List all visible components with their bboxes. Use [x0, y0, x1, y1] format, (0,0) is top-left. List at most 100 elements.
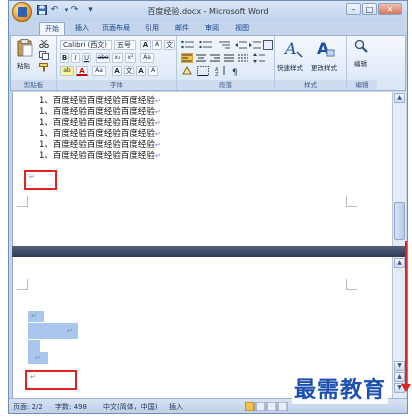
- underline-button[interactable]: U: [82, 53, 91, 63]
- view-buttons[interactable]: [244, 401, 295, 413]
- text-effect-button[interactable]: Aa: [92, 66, 106, 76]
- close-button[interactable]: ✕: [378, 3, 402, 15]
- borders-icon[interactable]: [197, 66, 209, 78]
- window-frame: ↶ ▾ ↷ ▾ 百度经验.docx - Microsoft Word – □ ✕…: [8, 0, 411, 414]
- editing-group: 编辑 编辑: [347, 36, 377, 90]
- paste-label[interactable]: 粘贴: [17, 60, 30, 70]
- sort-icon[interactable]: AZ: [215, 66, 227, 78]
- distributed-icon[interactable]: [237, 53, 249, 65]
- show-marks-icon[interactable]: ¶: [231, 66, 241, 78]
- numbering-icon[interactable]: [199, 40, 213, 52]
- selected-empty-line[interactable]: [28, 340, 40, 352]
- change-styles-label[interactable]: 更改样式: [311, 62, 337, 72]
- tab-review[interactable]: 审阅: [201, 22, 223, 35]
- clipboard-group-label: 剪贴板: [11, 80, 56, 90]
- tab-mailings[interactable]: 邮件: [171, 22, 193, 35]
- margin-corner-mark: [346, 279, 357, 290]
- window-split-bar[interactable]: [12, 246, 406, 257]
- doc-line[interactable]: 1、百度经验百度经验百度经验↵: [39, 118, 161, 128]
- tab-insert[interactable]: 插入: [71, 22, 93, 35]
- previous-page-icon[interactable]: ▲: [394, 372, 405, 382]
- doc-line-text: 1、百度经验百度经验百度经验: [39, 151, 155, 161]
- annotation-arrow: [405, 241, 407, 387]
- quick-styles-icon[interactable]: A: [283, 38, 303, 60]
- doc-line-text: 1、百度经验百度经验百度经验: [39, 129, 155, 139]
- paragraph-mark: ↵: [154, 108, 161, 116]
- format-painter-icon[interactable]: [39, 63, 49, 74]
- doc-line-text: 1、百度经验百度经验百度经验: [39, 140, 155, 150]
- doc-line[interactable]: 1、百度经验百度经验百度经验↵: [39, 151, 161, 161]
- justify-icon[interactable]: [223, 53, 235, 65]
- styles-group-label: 样式: [275, 80, 346, 90]
- restore-button[interactable]: □: [362, 3, 377, 15]
- paragraph-group: AZ ¶ 段落: [177, 36, 275, 90]
- multilevel-list-icon[interactable]: [217, 40, 231, 52]
- tab-references[interactable]: 引用: [141, 22, 163, 35]
- subscript-button[interactable]: x₂: [112, 53, 123, 63]
- tab-page-layout[interactable]: 页面布局: [99, 22, 133, 35]
- bold-button[interactable]: B: [60, 53, 69, 63]
- align-center-icon[interactable]: [195, 53, 207, 65]
- page-indicator[interactable]: 页面: 2/2: [13, 402, 43, 412]
- scroll-down-icon[interactable]: ▼: [394, 361, 405, 371]
- shrink-font-button-2[interactable]: A: [148, 66, 158, 76]
- paste-icon[interactable]: [17, 39, 33, 59]
- doc-line[interactable]: 1、百度经验百度经验百度经验↵: [39, 96, 161, 106]
- tab-view[interactable]: 视图: [231, 22, 253, 35]
- decrease-indent-icon[interactable]: [235, 40, 247, 52]
- insert-mode-indicator[interactable]: 插入: [169, 402, 183, 412]
- shrink-font-button[interactable]: A: [152, 40, 162, 50]
- svg-text:¶: ¶: [232, 68, 238, 76]
- doc-line-text: 1、百度经验百度经验百度经验: [39, 118, 155, 128]
- copy-icon[interactable]: [39, 51, 49, 62]
- tab-home[interactable]: 开始: [39, 22, 65, 35]
- bullets-icon[interactable]: [181, 40, 195, 52]
- paragraph-mark: ↵: [154, 152, 161, 160]
- grow-font-button-2[interactable]: A: [136, 66, 146, 76]
- paragraph-mark: ↵: [154, 119, 161, 127]
- scroll-up-icon[interactable]: ▲: [394, 258, 405, 268]
- document-pane-top[interactable]: 1、百度经验百度经验百度经验↵ 1、百度经验百度经验百度经验↵ 1、百度经验百度…: [12, 92, 392, 246]
- minimize-button[interactable]: –: [346, 3, 361, 15]
- paragraph-mark: ↵: [154, 141, 161, 149]
- paragraph-group-label: 段落: [177, 80, 274, 90]
- editing-label[interactable]: 编辑: [354, 58, 367, 68]
- doc-line[interactable]: 1、百度经验百度经验百度经验↵: [39, 107, 161, 117]
- cut-icon[interactable]: [39, 39, 49, 50]
- vertical-scrollbar-bottom[interactable]: ▲ ▼ ▲ ▼: [392, 257, 406, 398]
- clipboard-group: 粘贴 剪贴板: [11, 36, 57, 90]
- chinese-layout-icon[interactable]: [263, 40, 273, 52]
- line-spacing-icon[interactable]: [253, 53, 265, 65]
- font-name-select[interactable]: Calibri (西文): [60, 40, 112, 50]
- increase-indent-icon[interactable]: [249, 40, 261, 52]
- strikethrough-button[interactable]: abe: [96, 53, 110, 63]
- clear-format-button[interactable]: 文: [164, 40, 175, 50]
- svg-text:Z: Z: [215, 72, 219, 76]
- font-group: Calibri (西文) 五号 A A 文 B I U abe x₂ x² Aa…: [57, 36, 177, 90]
- watermark-text: 最需教育: [292, 372, 389, 404]
- superscript-button[interactable]: x²: [125, 53, 136, 63]
- doc-line[interactable]: 1、百度经验百度经验百度经验↵: [39, 129, 161, 139]
- align-left-icon[interactable]: [180, 52, 194, 65]
- doc-line[interactable]: 1、百度经验百度经验百度经验↵: [39, 140, 161, 150]
- change-styles-icon[interactable]: A: [315, 38, 335, 60]
- word-count[interactable]: 字数: 498: [55, 402, 87, 412]
- language-indicator[interactable]: 中文(简体，中国): [103, 402, 157, 412]
- align-right-icon[interactable]: [209, 53, 221, 65]
- font-color-button[interactable]: A: [76, 66, 88, 76]
- scrollbar-thumb[interactable]: [394, 202, 405, 240]
- selected-paragraph-mark: ↵: [31, 312, 37, 320]
- vertical-scrollbar-top[interactable]: ▲: [392, 92, 406, 246]
- find-icon[interactable]: [354, 39, 368, 55]
- enclose-char-button[interactable]: 文: [124, 66, 134, 76]
- font-size-select[interactable]: 五号: [114, 40, 136, 50]
- quick-styles-label[interactable]: 快速样式: [277, 62, 303, 72]
- char-shading-button[interactable]: A: [112, 66, 122, 76]
- change-case-button[interactable]: Aa: [140, 53, 154, 63]
- scroll-up-icon[interactable]: ▲: [394, 93, 405, 103]
- italic-button[interactable]: I: [71, 53, 80, 63]
- highlight-button[interactable]: ab: [60, 66, 74, 76]
- grow-font-button[interactable]: A: [140, 40, 151, 50]
- doc-line-text: 1、百度经验百度经验百度经验: [39, 107, 155, 117]
- shading-icon[interactable]: [181, 65, 193, 78]
